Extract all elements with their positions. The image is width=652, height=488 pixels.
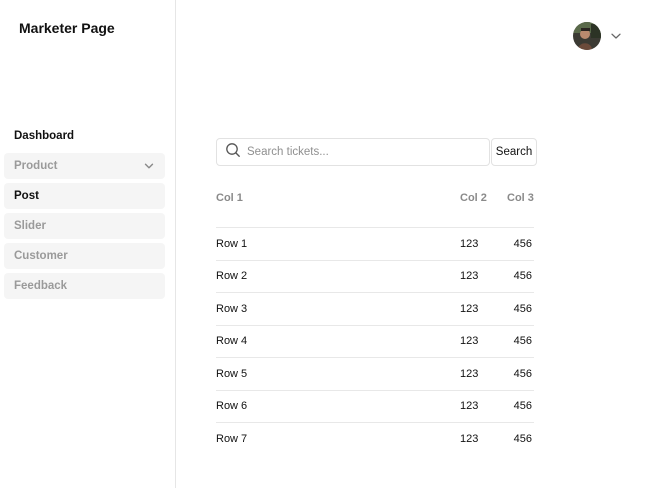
- column-header[interactable]: Col 1: [216, 192, 456, 204]
- avatar[interactable]: [573, 22, 601, 50]
- table-row[interactable]: Row 4 123 456: [216, 324, 534, 358]
- sidebar-item-product[interactable]: Product: [4, 153, 165, 179]
- tickets-table: Col 1 Col 2 Col 3 Row 1 123 456 Row 2 12…: [216, 186, 534, 455]
- table-cell: 456: [513, 335, 532, 348]
- sidebar-item-label: Slider: [14, 220, 46, 232]
- sidebar-nav: Dashboard Product Post Slider Customer F…: [4, 123, 165, 303]
- sidebar-item-feedback[interactable]: Feedback: [4, 273, 165, 299]
- search-icon: [225, 142, 241, 163]
- table-cell: 456: [513, 367, 532, 380]
- table-body: Row 1 123 456 Row 2 123 456 Row 3 123 45…: [216, 227, 534, 455]
- table-cell: Row 1: [216, 237, 248, 250]
- table-row[interactable]: Row 7 123 456: [216, 422, 534, 455]
- table-cell: 456: [513, 237, 532, 250]
- chevron-down-icon: [143, 160, 155, 172]
- table-cell: Row 6: [216, 400, 248, 413]
- table-cell: 456: [513, 400, 532, 413]
- sidebar-item-label: Dashboard: [14, 130, 75, 142]
- sidebar-item-label: Customer: [14, 250, 68, 262]
- table-cell: 123: [460, 237, 479, 250]
- table-row[interactable]: Row 3 123 456: [216, 292, 534, 325]
- table-row[interactable]: Row 6 123 456: [216, 389, 534, 423]
- sidebar-item-customer[interactable]: Customer: [4, 243, 165, 269]
- table-cell: Row 7: [216, 432, 248, 445]
- column-header[interactable]: Col 3: [496, 192, 534, 204]
- sidebar-item-slider[interactable]: Slider: [4, 213, 165, 239]
- table-cell: 456: [513, 302, 532, 315]
- search-button[interactable]: Search: [491, 138, 537, 166]
- table-row[interactable]: Row 5 123 456: [216, 357, 534, 390]
- search-field[interactable]: [216, 138, 490, 166]
- table-cell: 456: [513, 432, 532, 445]
- table-cell: 123: [460, 367, 479, 380]
- sidebar-item-post[interactable]: Post: [4, 183, 165, 209]
- table-cell: 123: [460, 335, 479, 348]
- table-cell: Row 5: [216, 367, 248, 380]
- table-cell: 123: [460, 432, 479, 445]
- app-title: Marketer Page: [19, 20, 115, 36]
- search-bar: Search: [216, 138, 537, 166]
- table-cell: Row 4: [216, 335, 248, 348]
- column-header[interactable]: Col 2: [456, 192, 496, 204]
- sidebar-item-label: Product: [14, 160, 58, 172]
- table-cell: 123: [460, 302, 479, 315]
- sidebar: Marketer Page Dashboard Product Post Sli…: [0, 0, 176, 488]
- table-cell: 123: [460, 270, 479, 283]
- sidebar-item-label: Feedback: [14, 280, 68, 292]
- table-header: Col 1 Col 2 Col 3: [216, 186, 534, 210]
- sidebar-item-dashboard[interactable]: Dashboard: [4, 123, 165, 149]
- table-cell: 123: [460, 400, 479, 413]
- table-cell: 456: [513, 270, 532, 283]
- table-row[interactable]: Row 2 123 456: [216, 259, 534, 293]
- user-menu[interactable]: [573, 22, 623, 50]
- search-input[interactable]: [247, 146, 467, 158]
- sidebar-item-label: Post: [14, 190, 39, 202]
- table-cell: Row 3: [216, 302, 248, 315]
- table-cell: Row 2: [216, 270, 248, 283]
- chevron-down-icon[interactable]: [609, 29, 623, 43]
- table-row[interactable]: Row 1 123 456: [216, 227, 534, 260]
